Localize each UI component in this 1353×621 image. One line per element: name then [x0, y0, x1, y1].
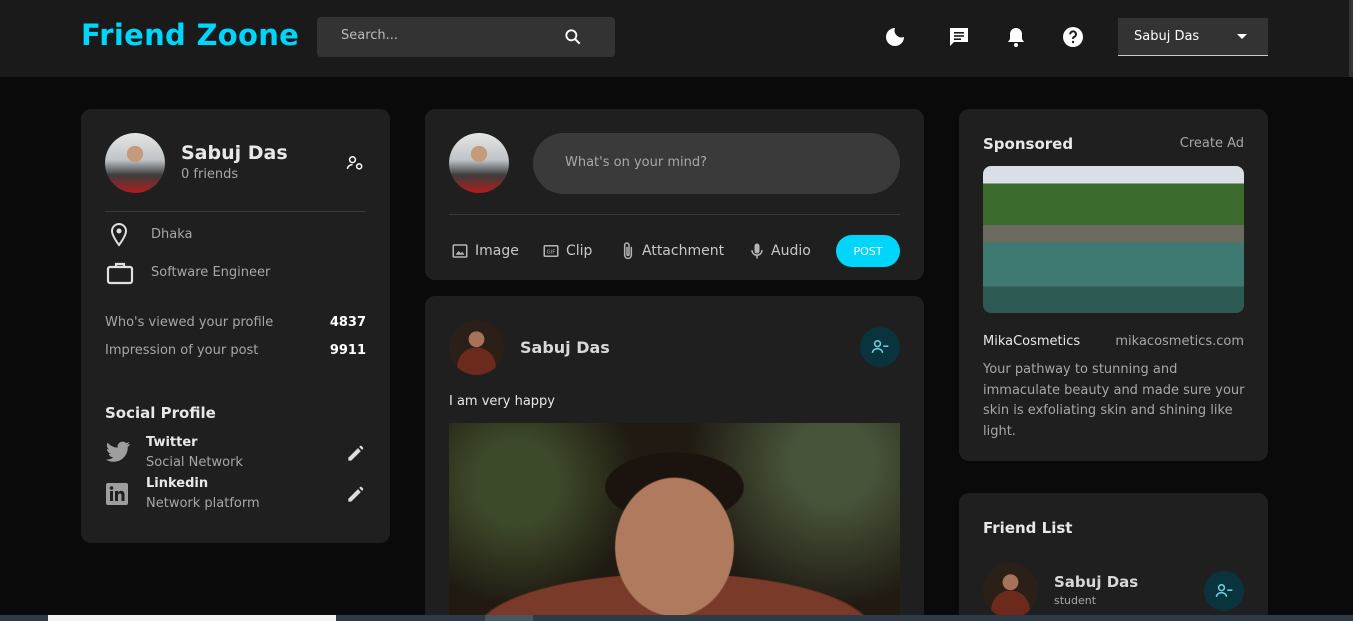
- friend-role: student: [1054, 594, 1097, 607]
- friend-count: 0 friends: [181, 167, 239, 182]
- search-input[interactable]: [341, 28, 561, 43]
- user-menu-select[interactable]: Sabuj Das: [1118, 18, 1268, 56]
- sponsor-description: Your pathway to stunning and immaculate …: [983, 362, 1245, 439]
- image-icon: [452, 244, 468, 258]
- gif-icon: GIF: [543, 245, 559, 257]
- friend-list-card: Friend List Sabuj Das student: [959, 493, 1268, 621]
- post-author-avatar[interactable]: [449, 320, 504, 375]
- friend-avatar[interactable]: [983, 563, 1038, 618]
- attachment-icon: [623, 242, 633, 260]
- microphone-icon: [751, 243, 763, 259]
- horizontal-scrollbar[interactable]: [0, 615, 1353, 621]
- manage-accounts-icon[interactable]: [345, 153, 365, 173]
- twitter-icon: [105, 441, 130, 462]
- sponsored-heading: Sponsored: [983, 135, 1074, 153]
- taskbar-segment: [48, 615, 336, 621]
- remove-friend-button[interactable]: [860, 327, 900, 367]
- social-name-linkedin[interactable]: Linkedin: [146, 476, 208, 491]
- social-name-twitter[interactable]: Twitter: [146, 435, 198, 450]
- search-bar: [317, 17, 615, 57]
- friend-name[interactable]: Sabuj Das: [1054, 573, 1138, 591]
- action-image[interactable]: Image: [451, 240, 519, 262]
- post-button[interactable]: POST: [836, 235, 900, 267]
- app-logo[interactable]: Friend Zoone: [81, 18, 299, 52]
- action-clip[interactable]: GIF Clip: [542, 240, 592, 262]
- profile-card: Sabuj Das 0 friends Dhaka Software Engin…: [81, 109, 390, 543]
- linkedin-icon: [106, 483, 128, 505]
- stat-label-impressions: Impression of your post: [105, 343, 259, 358]
- location-icon: [110, 222, 128, 247]
- profile-avatar[interactable]: [105, 133, 165, 193]
- divider: [105, 211, 366, 212]
- action-audio-label: Audio: [771, 243, 811, 259]
- stat-label-views: Who's viewed your profile: [105, 315, 274, 330]
- stat-value-impressions: 9911: [329, 343, 366, 358]
- share-card: Image GIF Clip Attachment Audio POST: [425, 109, 924, 280]
- work-icon: [106, 262, 134, 285]
- sponsored-image[interactable]: [983, 166, 1244, 313]
- chevron-down-icon: [1237, 34, 1247, 39]
- action-audio[interactable]: Audio: [749, 240, 811, 262]
- share-avatar[interactable]: [449, 133, 509, 193]
- remove-friend-button[interactable]: [1204, 571, 1244, 611]
- create-ad-link[interactable]: Create Ad: [1180, 136, 1244, 151]
- friend-list-heading: Friend List: [983, 519, 1073, 537]
- sponsored-card: Sponsored Create Ad MikaCosmetics mikaco…: [959, 109, 1268, 461]
- social-desc-twitter: Social Network: [146, 455, 243, 470]
- chat-icon[interactable]: [947, 25, 971, 49]
- social-desc-linkedin: Network platform: [146, 496, 260, 511]
- notifications-icon[interactable]: [1004, 25, 1028, 49]
- action-attachment-label: Attachment: [642, 243, 725, 259]
- post-input[interactable]: [565, 155, 865, 170]
- top-navbar: Friend Zoone Sabuj Das: [0, 0, 1353, 77]
- action-image-label: Image: [475, 243, 519, 259]
- action-attachment[interactable]: Attachment: [620, 240, 724, 262]
- profile-location: Dhaka: [151, 227, 193, 242]
- person-remove-icon: [871, 340, 889, 353]
- edit-icon[interactable]: [345, 485, 365, 505]
- post-input-wrapper: [533, 133, 900, 194]
- post-author-name[interactable]: Sabuj Das: [520, 338, 610, 357]
- scrollbar-thumb[interactable]: [485, 615, 533, 621]
- action-clip-label: Clip: [566, 243, 593, 259]
- profile-name[interactable]: Sabuj Das: [181, 142, 288, 164]
- social-profile-heading: Social Profile: [105, 404, 216, 422]
- dark-mode-icon[interactable]: [883, 25, 907, 49]
- sponsor-site-link[interactable]: mikacosmetics.com: [1115, 334, 1244, 349]
- scrollbar[interactable]: [1349, 0, 1353, 77]
- post-card: Sabuj Das I am very happy: [425, 296, 924, 621]
- stat-value-views: 4837: [329, 315, 366, 330]
- sponsor-brand: MikaCosmetics: [983, 334, 1081, 349]
- edit-icon[interactable]: [345, 444, 365, 464]
- divider: [449, 214, 900, 215]
- user-menu-name: Sabuj Das: [1134, 29, 1200, 44]
- svg-text:GIF: GIF: [547, 250, 556, 256]
- person-remove-icon: [1215, 584, 1233, 597]
- search-icon[interactable]: [563, 27, 583, 47]
- post-photo[interactable]: [449, 423, 900, 621]
- help-icon[interactable]: [1061, 25, 1085, 49]
- post-text: I am very happy: [449, 394, 555, 409]
- profile-occupation: Software Engineer: [151, 265, 271, 280]
